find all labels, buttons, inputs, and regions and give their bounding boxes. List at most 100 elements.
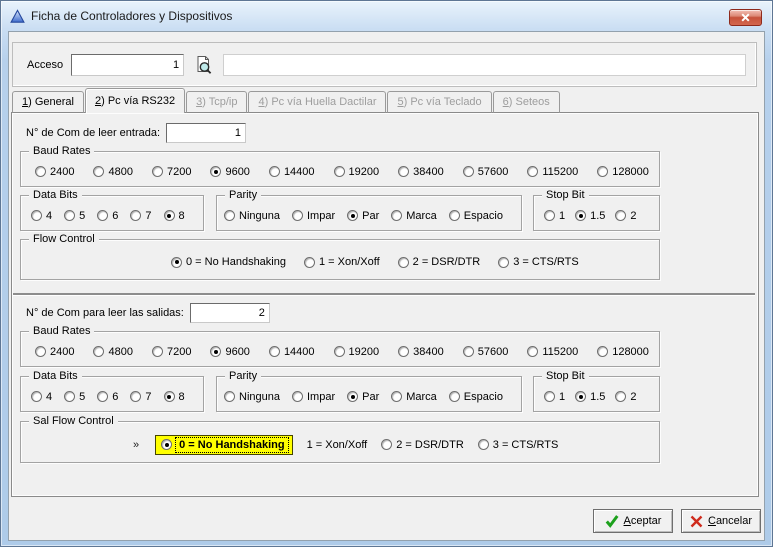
radio-par[interactable]: Par (347, 210, 379, 222)
radio-icon (398, 257, 409, 268)
radio-2400[interactable]: 2400 (35, 346, 74, 358)
radio-label: 0 = No Handshaking (186, 256, 286, 268)
com-out-label: N° de Com para leer las salidas: (26, 307, 184, 319)
access-label: Acceso (27, 59, 63, 71)
radio-icon (130, 210, 141, 221)
radio-1.5[interactable]: 1.5 (575, 210, 605, 222)
radio-5[interactable]: 5 (64, 210, 85, 222)
radio-label: 5 (79, 391, 85, 403)
radio-selected-icon (575, 391, 586, 402)
radio-par[interactable]: Par (347, 391, 379, 403)
radio-4[interactable]: 4 (31, 210, 52, 222)
radio-128000[interactable]: 128000 (597, 346, 649, 358)
access-description-field[interactable] (223, 54, 746, 76)
radio-icon (527, 346, 538, 357)
tab-general[interactable]: 1) General (12, 91, 84, 113)
radio-impar[interactable]: Impar (292, 391, 335, 403)
radio-14400[interactable]: 14400 (269, 346, 315, 358)
radio-1[interactable]: 1 (544, 210, 565, 222)
radio-57600[interactable]: 57600 (463, 346, 509, 358)
radio-1-xon-xoff[interactable]: 1 = Xon/Xoff (307, 439, 368, 451)
accept-button[interactable]: Aceptar (593, 509, 673, 533)
radio-4[interactable]: 4 (31, 391, 52, 403)
radio-ninguna[interactable]: Ninguna (224, 210, 280, 222)
radio-icon (304, 257, 315, 268)
radio-3-cts-rts[interactable]: 3 = CTS/RTS (498, 256, 579, 268)
radio-label: 1.5 (590, 210, 605, 222)
radio-9600[interactable]: 9600 (210, 166, 249, 178)
radio-19200[interactable]: 19200 (334, 166, 380, 178)
lookup-button[interactable] (192, 52, 215, 78)
radio-115200[interactable]: 115200 (527, 166, 578, 178)
radio-6[interactable]: 6 (97, 391, 118, 403)
radio-label: 1 = Xon/Xoff (319, 256, 380, 268)
radio-2-dsr-dtr[interactable]: 2 = DSR/DTR (381, 439, 464, 451)
radio-label: 2400 (50, 166, 74, 178)
com-out-input[interactable] (190, 303, 270, 323)
flow-out-options: » 0 = No Handshaking1 = Xon/Xoff2 = DSR/… (21, 422, 659, 462)
radio-label: 6 (112, 391, 118, 403)
cancel-button[interactable]: Cancelar (681, 509, 761, 533)
radio-38400[interactable]: 38400 (398, 166, 444, 178)
radio-9600[interactable]: 9600 (210, 346, 249, 358)
radio-115200[interactable]: 115200 (527, 346, 578, 358)
radio-2[interactable]: 2 (615, 210, 636, 222)
tab-seteos[interactable]: 6) Seteos (493, 91, 560, 113)
radio-128000[interactable]: 128000 (597, 166, 649, 178)
radio-4800[interactable]: 4800 (93, 346, 132, 358)
com-in-input[interactable] (166, 123, 246, 143)
radio-1[interactable]: 1 (544, 391, 565, 403)
group-legend: Parity (225, 369, 261, 383)
radio-57600[interactable]: 57600 (463, 166, 509, 178)
radio-espacio[interactable]: Espacio (449, 391, 503, 403)
tab-pc-via-huella-dactilar[interactable]: 4) Pc vía Huella Dactilar (248, 91, 386, 113)
radio-icon (391, 391, 402, 402)
radio-marca[interactable]: Marca (391, 391, 437, 403)
tab-pc-via-teclado[interactable]: 5) Pc vía Teclado (387, 91, 491, 113)
radio-19200[interactable]: 19200 (334, 346, 380, 358)
radio-label: 8 (179, 210, 185, 222)
radio-3-cts-rts[interactable]: 3 = CTS/RTS (478, 439, 559, 451)
radio-label: 5 (79, 210, 85, 222)
radio-4800[interactable]: 4800 (93, 166, 132, 178)
radio-5[interactable]: 5 (64, 391, 85, 403)
radio-icon (31, 210, 42, 221)
radio-1-xon-xoff[interactable]: 1 = Xon/Xoff (304, 256, 380, 268)
radio-icon (527, 166, 538, 177)
radio-6[interactable]: 6 (97, 210, 118, 222)
radio-2400[interactable]: 2400 (35, 166, 74, 178)
radio-icon (597, 166, 608, 177)
access-input[interactable] (71, 54, 184, 76)
radio-8[interactable]: 8 (164, 210, 185, 222)
radio-icon (269, 346, 280, 357)
radio-icon (224, 210, 235, 221)
radio-0-no-handshaking[interactable]: 0 = No Handshaking (171, 256, 286, 268)
radio-7200[interactable]: 7200 (152, 346, 191, 358)
titlebar[interactable]: Ficha de Controladores y Dispositivos (1, 1, 772, 31)
radio-2[interactable]: 2 (615, 391, 636, 403)
radio-impar[interactable]: Impar (292, 210, 335, 222)
group-legend: Flow Control (29, 232, 99, 246)
radio-8[interactable]: 8 (164, 391, 185, 403)
radio-7[interactable]: 7 (130, 210, 151, 222)
radio-38400[interactable]: 38400 (398, 346, 444, 358)
tab-tcp-ip[interactable]: 3) Tcp/ip (186, 91, 247, 113)
radio-14400[interactable]: 14400 (269, 166, 315, 178)
radio-icon (292, 391, 303, 402)
radio-0-no-handshaking[interactable]: 0 = No Handshaking (155, 435, 292, 455)
radio-1.5[interactable]: 1.5 (575, 391, 605, 403)
radio-icon (93, 166, 104, 177)
radio-icon (152, 166, 163, 177)
close-button[interactable] (729, 9, 762, 26)
radio-label: Impar (307, 391, 335, 403)
radio-2-dsr-dtr[interactable]: 2 = DSR/DTR (398, 256, 481, 268)
radio-marca[interactable]: Marca (391, 210, 437, 222)
radio-ninguna[interactable]: Ninguna (224, 391, 280, 403)
radio-icon (449, 210, 460, 221)
radio-7[interactable]: 7 (130, 391, 151, 403)
radio-7200[interactable]: 7200 (152, 166, 191, 178)
tab-pc-via-rs232[interactable]: 2) Pc vía RS232 (85, 88, 185, 113)
group-baud-rates-out: Baud Rates 24004800720096001440019200384… (20, 331, 660, 367)
radio-espacio[interactable]: Espacio (449, 210, 503, 222)
parity-out-options: Ninguna Impar Par Marca Espacio (217, 377, 521, 411)
